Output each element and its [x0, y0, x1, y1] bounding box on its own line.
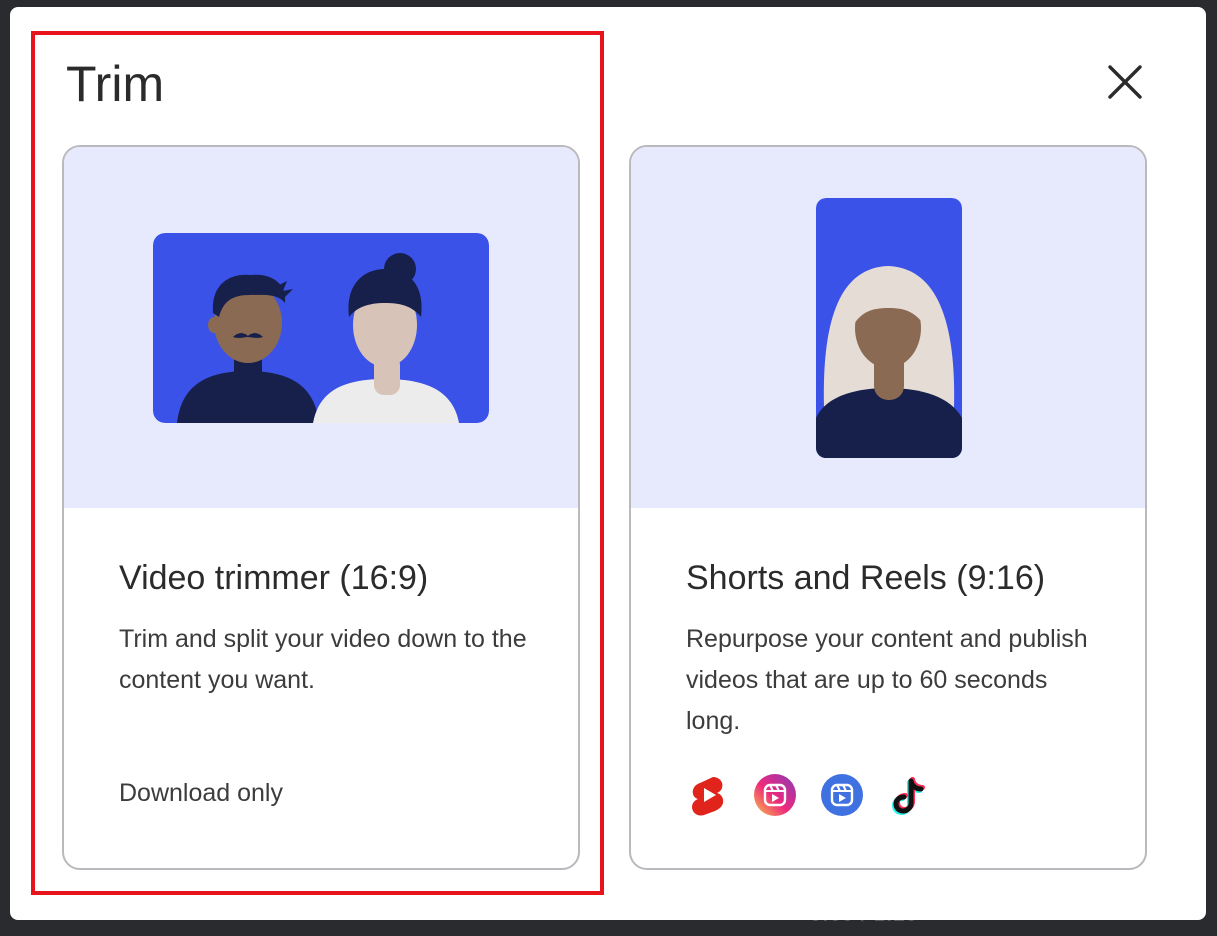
- trim-dialog: Trim Video trimmer (16:9) Trim and split…: [10, 7, 1206, 920]
- video-trimmer-illustration: [64, 147, 578, 508]
- video-trimmer-title: Video trimmer (16:9): [119, 559, 429, 597]
- close-icon: [1108, 65, 1142, 99]
- landscape-video-illustration: [153, 233, 489, 423]
- youtube-shorts-icon: [686, 773, 730, 817]
- instagram-reels-icon: [753, 773, 797, 817]
- shorts-reels-description: Repurpose your content and publish video…: [686, 625, 1088, 735]
- shorts-reels-title: Shorts and Reels (9:16): [686, 559, 1046, 597]
- close-button[interactable]: [1102, 59, 1148, 105]
- video-trimmer-footer: Download only: [119, 779, 283, 807]
- video-trimmer-description: Trim and split your video down to the co…: [119, 625, 527, 694]
- facebook-reels-icon: [820, 773, 864, 817]
- tiktok-icon: [887, 773, 931, 817]
- portrait-video-illustration: [816, 198, 962, 458]
- shorts-reels-card[interactable]: Shorts and Reels (9:16) Repurpose your c…: [629, 145, 1147, 870]
- dialog-title: Trim: [66, 56, 165, 112]
- platform-icons: [686, 773, 931, 817]
- shorts-reels-illustration: [631, 147, 1145, 508]
- video-trimmer-card[interactable]: Video trimmer (16:9) Trim and split your…: [62, 145, 580, 870]
